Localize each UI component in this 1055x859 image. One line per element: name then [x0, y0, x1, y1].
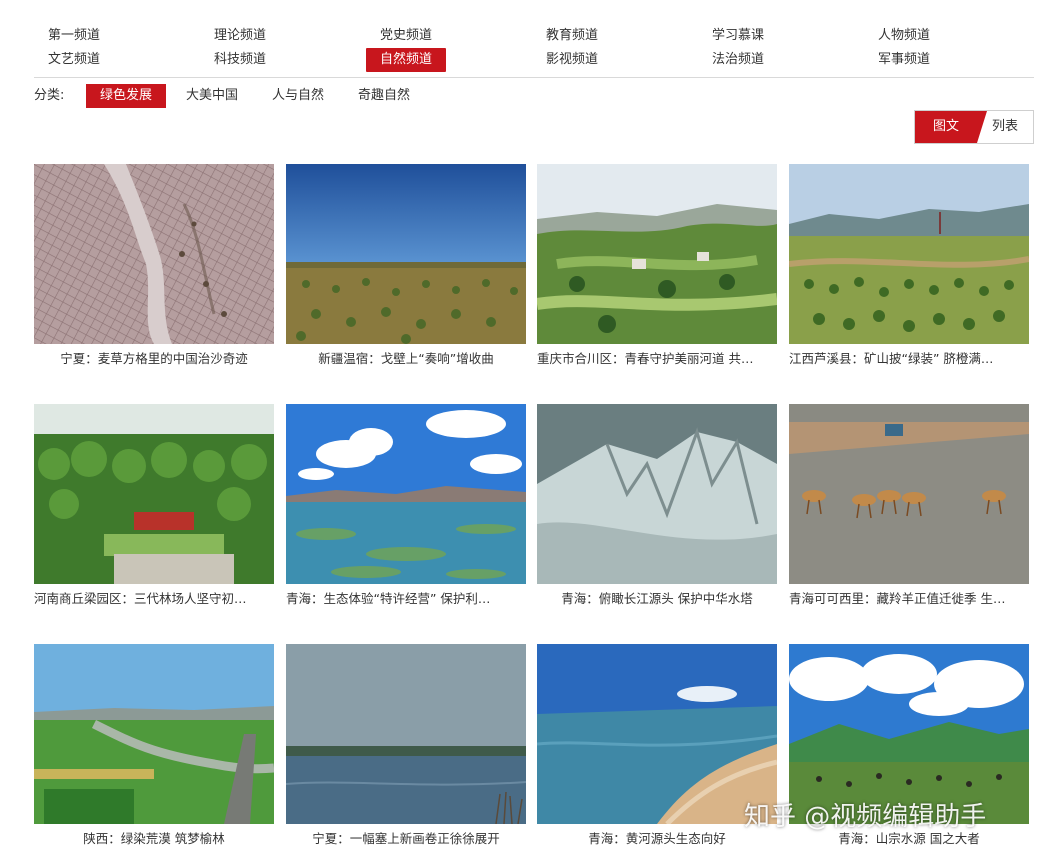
video-thumbnail[interactable] [789, 404, 1029, 584]
category-label: 分类: [34, 88, 65, 103]
channel-nav: 第一频道 理论频道 党史频道 教育频道 学习慕课 人物频道 文艺频道 科技频道 … [34, 22, 1034, 78]
video-card[interactable]: 青海可可西里：藏羚羊正值迁徙季 生… [789, 404, 1029, 618]
gobi-orchard-image [286, 164, 526, 344]
channel-item-people[interactable]: 人物频道 [864, 24, 944, 48]
video-title[interactable]: 陕西：绿染荒漠 筑梦榆林 [34, 830, 274, 848]
antelope-road-image [789, 404, 1029, 584]
video-thumbnail[interactable] [34, 164, 274, 344]
video-thumbnail[interactable] [286, 164, 526, 344]
video-card[interactable]: 重庆市合川区：青春守护美丽河道 共… [537, 164, 777, 378]
channel-item-arts[interactable]: 文艺频道 [34, 48, 114, 72]
video-title[interactable]: 江西芦溪县：矿山披“绿装” 脐橙满… [789, 350, 1029, 368]
video-title[interactable]: 青海：生态体验“特许经营” 保护利… [286, 590, 526, 608]
video-thumbnail[interactable] [537, 404, 777, 584]
video-thumbnail[interactable] [789, 164, 1029, 344]
grid-view-button[interactable]: 图文 [915, 111, 987, 143]
video-title[interactable]: 青海可可西里：藏羚羊正值迁徙季 生… [789, 590, 1029, 608]
video-thumbnail[interactable] [34, 644, 274, 824]
channel-item-military[interactable]: 军事频道 [864, 48, 944, 72]
category-human-nature[interactable]: 人与自然 [272, 84, 324, 108]
river-source-lake-image [537, 644, 777, 824]
video-card[interactable]: 江西芦溪县：矿山披“绿装” 脐橙满… [789, 164, 1029, 378]
video-thumbnail[interactable] [537, 644, 777, 824]
video-title[interactable]: 河南商丘梁园区：三代林场人坚守初… [34, 590, 274, 608]
video-thumbnail[interactable] [34, 404, 274, 584]
channel-item-nature[interactable]: 自然频道 [366, 48, 447, 72]
channel-row-1: 第一频道 理论频道 党史频道 教育频道 学习慕课 人物频道 [34, 24, 1034, 46]
channel-item-1[interactable]: 第一频道 [34, 24, 114, 48]
video-title[interactable]: 宁夏：一幅塞上新画卷正徐徐展开 [286, 830, 526, 848]
video-title[interactable]: 青海：黄河源头生态向好 [537, 830, 777, 848]
category-wonderful-nature[interactable]: 奇趣自然 [358, 84, 410, 108]
list-view-button[interactable]: 列表 [977, 111, 1033, 143]
video-card[interactable]: 新疆温宿：戈壁上“奏响”增收曲 [286, 164, 526, 378]
video-thumbnail[interactable] [537, 164, 777, 344]
video-card[interactable]: 青海：生态体验“特许经营” 保护利… [286, 404, 526, 618]
straw-checkerboard-image [34, 164, 274, 344]
channel-item-theory[interactable]: 理论频道 [200, 24, 280, 48]
video-card[interactable]: 河南商丘梁园区：三代林场人坚守初… [34, 404, 274, 618]
channel-item-film[interactable]: 影视频道 [532, 48, 612, 72]
snow-mountain-image [537, 404, 777, 584]
view-toggle: 图文 列表 [914, 110, 1034, 144]
watermark: 知乎 @视频编辑助手 [744, 802, 987, 832]
channel-row-2: 文艺频道 科技频道 自然频道 影视频道 法治频道 军事频道 [34, 48, 1034, 72]
video-title[interactable]: 青海：俯瞰长江源头 保护中华水塔 [537, 590, 777, 608]
forest-farm-image [34, 404, 274, 584]
lake-grey-sky-image [286, 644, 526, 824]
green-hills-village-image [537, 164, 777, 344]
video-card[interactable]: 陕西：绿染荒漠 筑梦榆林 [34, 644, 274, 858]
video-title[interactable]: 重庆市合川区：青春守护美丽河道 共… [537, 350, 777, 368]
video-title[interactable]: 宁夏：麦草方格里的中国治沙奇迹 [34, 350, 274, 368]
video-thumbnail[interactable] [286, 404, 526, 584]
video-card[interactable]: 宁夏：一幅塞上新画卷正徐徐展开 [286, 644, 526, 858]
lake-wetland-image [286, 404, 526, 584]
video-thumbnail[interactable] [286, 644, 526, 824]
channel-item-education[interactable]: 教育频道 [532, 24, 612, 48]
video-title[interactable]: 新疆温宿：戈壁上“奏响”增收曲 [286, 350, 526, 368]
channel-item-law[interactable]: 法治频道 [698, 48, 778, 72]
category-beautiful-china[interactable]: 大美中国 [186, 84, 238, 108]
category-green-development[interactable]: 绿色发展 [86, 84, 167, 108]
channel-item-mooc[interactable]: 学习慕课 [698, 24, 778, 48]
channel-item-party-history[interactable]: 党史频道 [366, 24, 446, 48]
river-fields-highway-image [34, 644, 274, 824]
channel-item-tech[interactable]: 科技频道 [200, 48, 280, 72]
mine-orange-orchard-image [789, 164, 1029, 344]
video-card[interactable]: 青海：黄河源头生态向好 [537, 644, 777, 858]
video-card[interactable]: 青海：俯瞰长江源头 保护中华水塔 [537, 404, 777, 618]
video-card[interactable]: 宁夏：麦草方格里的中国治沙奇迹 [34, 164, 274, 378]
